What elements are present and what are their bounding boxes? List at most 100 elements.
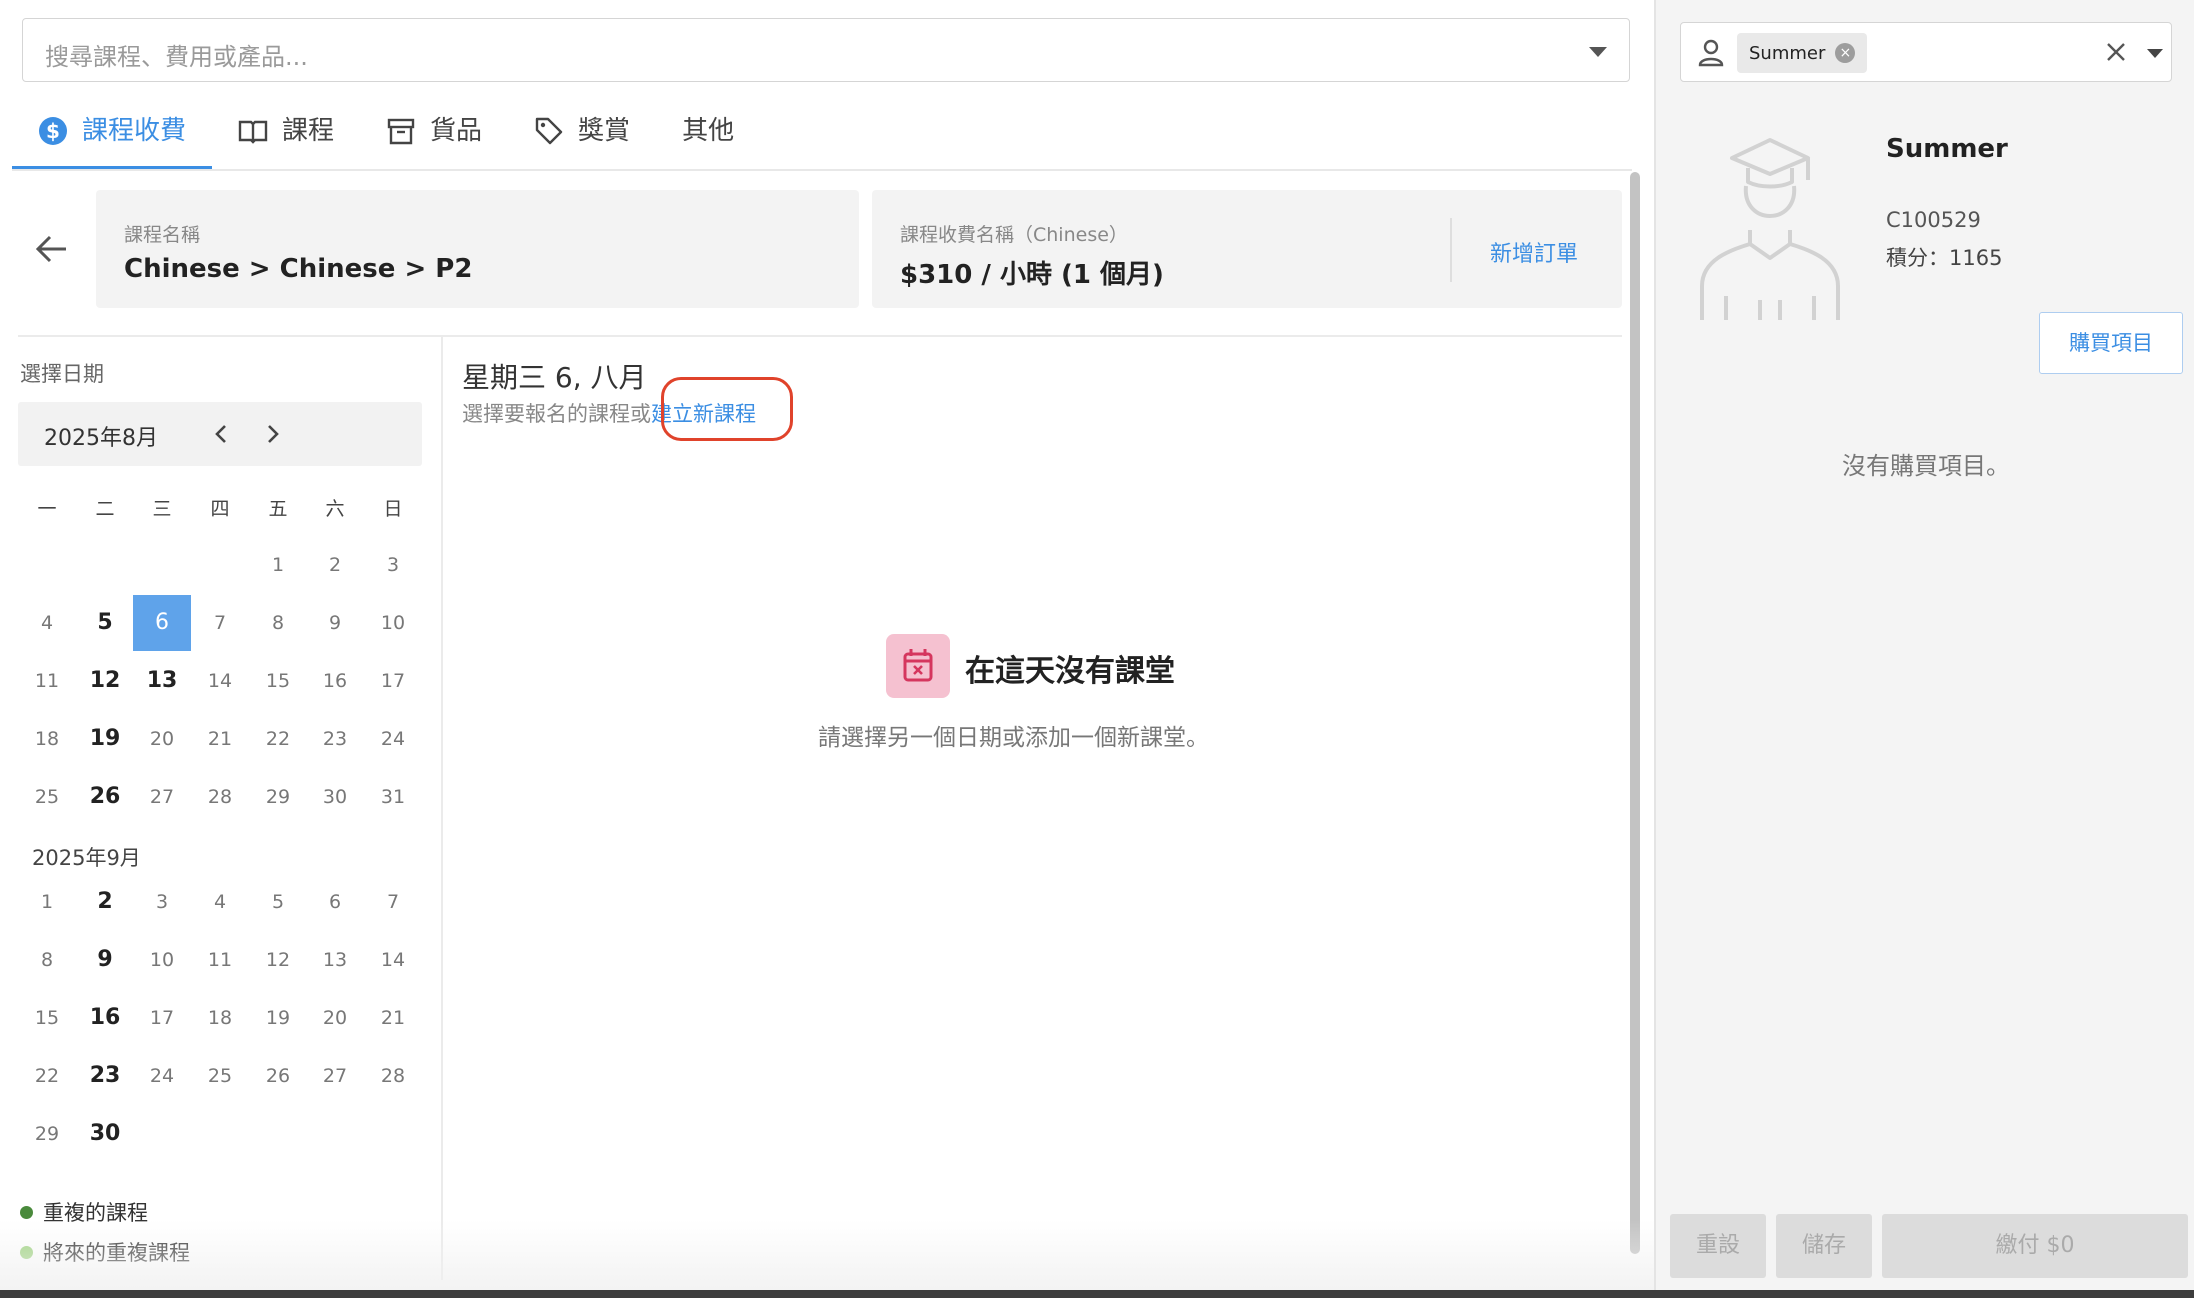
- chevron-right-icon[interactable]: [260, 422, 284, 446]
- course-name-card: 課程名稱 Chinese > Chinese > P2: [96, 190, 859, 308]
- calendar-day[interactable]: 11: [18, 653, 76, 709]
- calendar-day[interactable]: 7: [191, 595, 249, 651]
- chevron-down-icon[interactable]: [1589, 47, 1607, 57]
- main-area: 搜尋課程、費用或產品... $ 課程收費 課程 貨品 獎賞 其他 課程名稱 Ch…: [0, 0, 1654, 1298]
- calendar-day[interactable]: 24: [133, 1048, 191, 1104]
- calendar-day[interactable]: 30: [76, 1106, 134, 1162]
- calendar-day[interactable]: 31: [364, 769, 422, 825]
- calendar-day[interactable]: 15: [18, 990, 76, 1046]
- tab-bar: $ 課程收費 課程 貨品 獎賞 其他: [12, 110, 760, 170]
- calendar-day[interactable]: 27: [133, 769, 191, 825]
- tab-goods[interactable]: 貨品: [360, 110, 508, 170]
- calendar-day[interactable]: 17: [364, 653, 422, 709]
- calendar-day[interactable]: 5: [249, 874, 307, 930]
- calendar-day[interactable]: 18: [191, 990, 249, 1046]
- calendar-x-icon: [886, 634, 950, 698]
- search-select[interactable]: 搜尋課程、費用或產品...: [22, 18, 1630, 82]
- calendar-day[interactable]: 12: [249, 932, 307, 988]
- calendar-day[interactable]: 4: [191, 874, 249, 930]
- choose-course-prefix: 選擇要報名的課程或: [462, 402, 651, 426]
- calendar-day[interactable]: 19: [76, 711, 134, 767]
- calendar-day[interactable]: 29: [18, 1106, 76, 1162]
- calendar-day[interactable]: 6: [306, 874, 364, 930]
- weekday-header: 三: [152, 498, 172, 520]
- weekday-header: 日: [383, 498, 403, 520]
- calendar-day[interactable]: 1: [249, 537, 307, 593]
- calendar-day[interactable]: 18: [18, 711, 76, 767]
- empty-state-subtitle: 請選擇另一個日期或添加一個新課堂。: [818, 725, 1209, 751]
- course-fee-value: $310 / 小時 (1 個月): [900, 260, 1164, 290]
- tab-course-fees[interactable]: $ 課程收費: [12, 110, 213, 170]
- calendar-day[interactable]: 13: [306, 932, 364, 988]
- calendar-day[interactable]: 28: [364, 1048, 422, 1104]
- tab-rewards[interactable]: 獎賞: [508, 110, 656, 170]
- calendar-day[interactable]: 4: [18, 595, 76, 651]
- calendar-day[interactable]: 3: [133, 874, 191, 930]
- create-new-course-link[interactable]: 建立新課程: [651, 402, 756, 426]
- calendar-day[interactable]: 26: [76, 769, 134, 825]
- calendar-day[interactable]: 22: [18, 1048, 76, 1104]
- dollar-icon: $: [39, 117, 67, 145]
- calendar-day[interactable]: 8: [249, 595, 307, 651]
- calendar-day[interactable]: 21: [191, 711, 249, 767]
- calendar-day[interactable]: 12: [76, 653, 134, 709]
- calendar-day[interactable]: 27: [306, 1048, 364, 1104]
- calendar-day[interactable]: 23: [306, 711, 364, 767]
- tab-courses[interactable]: 課程: [212, 110, 360, 170]
- calendar-day[interactable]: 28: [191, 769, 249, 825]
- calendar-day[interactable]: 1: [18, 874, 76, 930]
- reset-button[interactable]: 重設: [1670, 1214, 1766, 1278]
- course-fee-card: 課程收費名稱（Chinese） $310 / 小時 (1 個月) 新增訂單: [872, 190, 1622, 308]
- scrollbar-thumb[interactable]: [1630, 172, 1640, 1254]
- calendar-day[interactable]: 16: [76, 990, 134, 1046]
- back-arrow-icon[interactable]: [30, 228, 72, 270]
- save-button[interactable]: 儲存: [1776, 1214, 1872, 1278]
- chevron-down-icon[interactable]: [2147, 49, 2163, 58]
- calendar-day[interactable]: 10: [364, 595, 422, 651]
- calendar-day[interactable]: 11: [191, 932, 249, 988]
- calendar-day[interactable]: 7: [364, 874, 422, 930]
- calendar-day[interactable]: 16: [306, 653, 364, 709]
- no-purchase-items-text: 沒有購買項目。: [1842, 452, 2010, 480]
- calendar-day[interactable]: 10: [133, 932, 191, 988]
- calendar-day[interactable]: 9: [76, 932, 134, 988]
- calendar-day[interactable]: 21: [364, 990, 422, 1046]
- calendar-day[interactable]: 24: [364, 711, 422, 767]
- calendar-day[interactable]: 6: [133, 595, 191, 651]
- chevron-left-icon[interactable]: [210, 422, 234, 446]
- tab-other[interactable]: 其他: [656, 110, 760, 170]
- calendar-day[interactable]: 26: [249, 1048, 307, 1104]
- calendar-day[interactable]: 25: [18, 769, 76, 825]
- calendar-day[interactable]: 9: [306, 595, 364, 651]
- calendar-day[interactable]: 15: [249, 653, 307, 709]
- close-icon[interactable]: [2101, 37, 2131, 67]
- calendar-day[interactable]: 17: [133, 990, 191, 1046]
- course-name-label: 課程名稱: [124, 224, 201, 246]
- calendar-day[interactable]: 2: [76, 874, 134, 930]
- calendar-month-label: 2025年8月: [44, 426, 158, 451]
- remove-chip-icon[interactable]: ×: [1835, 43, 1856, 63]
- calendar-day[interactable]: 13: [133, 653, 191, 709]
- calendar-day[interactable]: 8: [18, 932, 76, 988]
- customer-chip[interactable]: Summer ×: [1737, 33, 1868, 73]
- calendar-day[interactable]: 29: [249, 769, 307, 825]
- calendar-day[interactable]: 30: [306, 769, 364, 825]
- calendar-day[interactable]: 2: [306, 537, 364, 593]
- calendar-day[interactable]: 22: [249, 711, 307, 767]
- calendar-day[interactable]: 5: [76, 595, 134, 651]
- calendar-day[interactable]: 14: [364, 932, 422, 988]
- weekday-header: 五: [268, 498, 288, 520]
- calendar-day[interactable]: 25: [191, 1048, 249, 1104]
- customer-id: C100529: [1886, 208, 1981, 232]
- calendar-day[interactable]: 19: [249, 990, 307, 1046]
- customer-select[interactable]: Summer ×: [1680, 22, 2172, 82]
- calendar-day[interactable]: 3: [364, 537, 422, 593]
- calendar-day[interactable]: 14: [191, 653, 249, 709]
- empty-state-title: 在這天沒有課堂: [965, 654, 1175, 689]
- calendar-day[interactable]: 20: [133, 711, 191, 767]
- calendar-day[interactable]: 23: [76, 1048, 134, 1104]
- pay-button[interactable]: 繳付 $0: [1882, 1214, 2188, 1278]
- add-order-button[interactable]: 新增訂單: [1490, 236, 1578, 268]
- calendar-day[interactable]: 20: [306, 990, 364, 1046]
- purchase-items-button[interactable]: 購買項目: [2039, 312, 2183, 374]
